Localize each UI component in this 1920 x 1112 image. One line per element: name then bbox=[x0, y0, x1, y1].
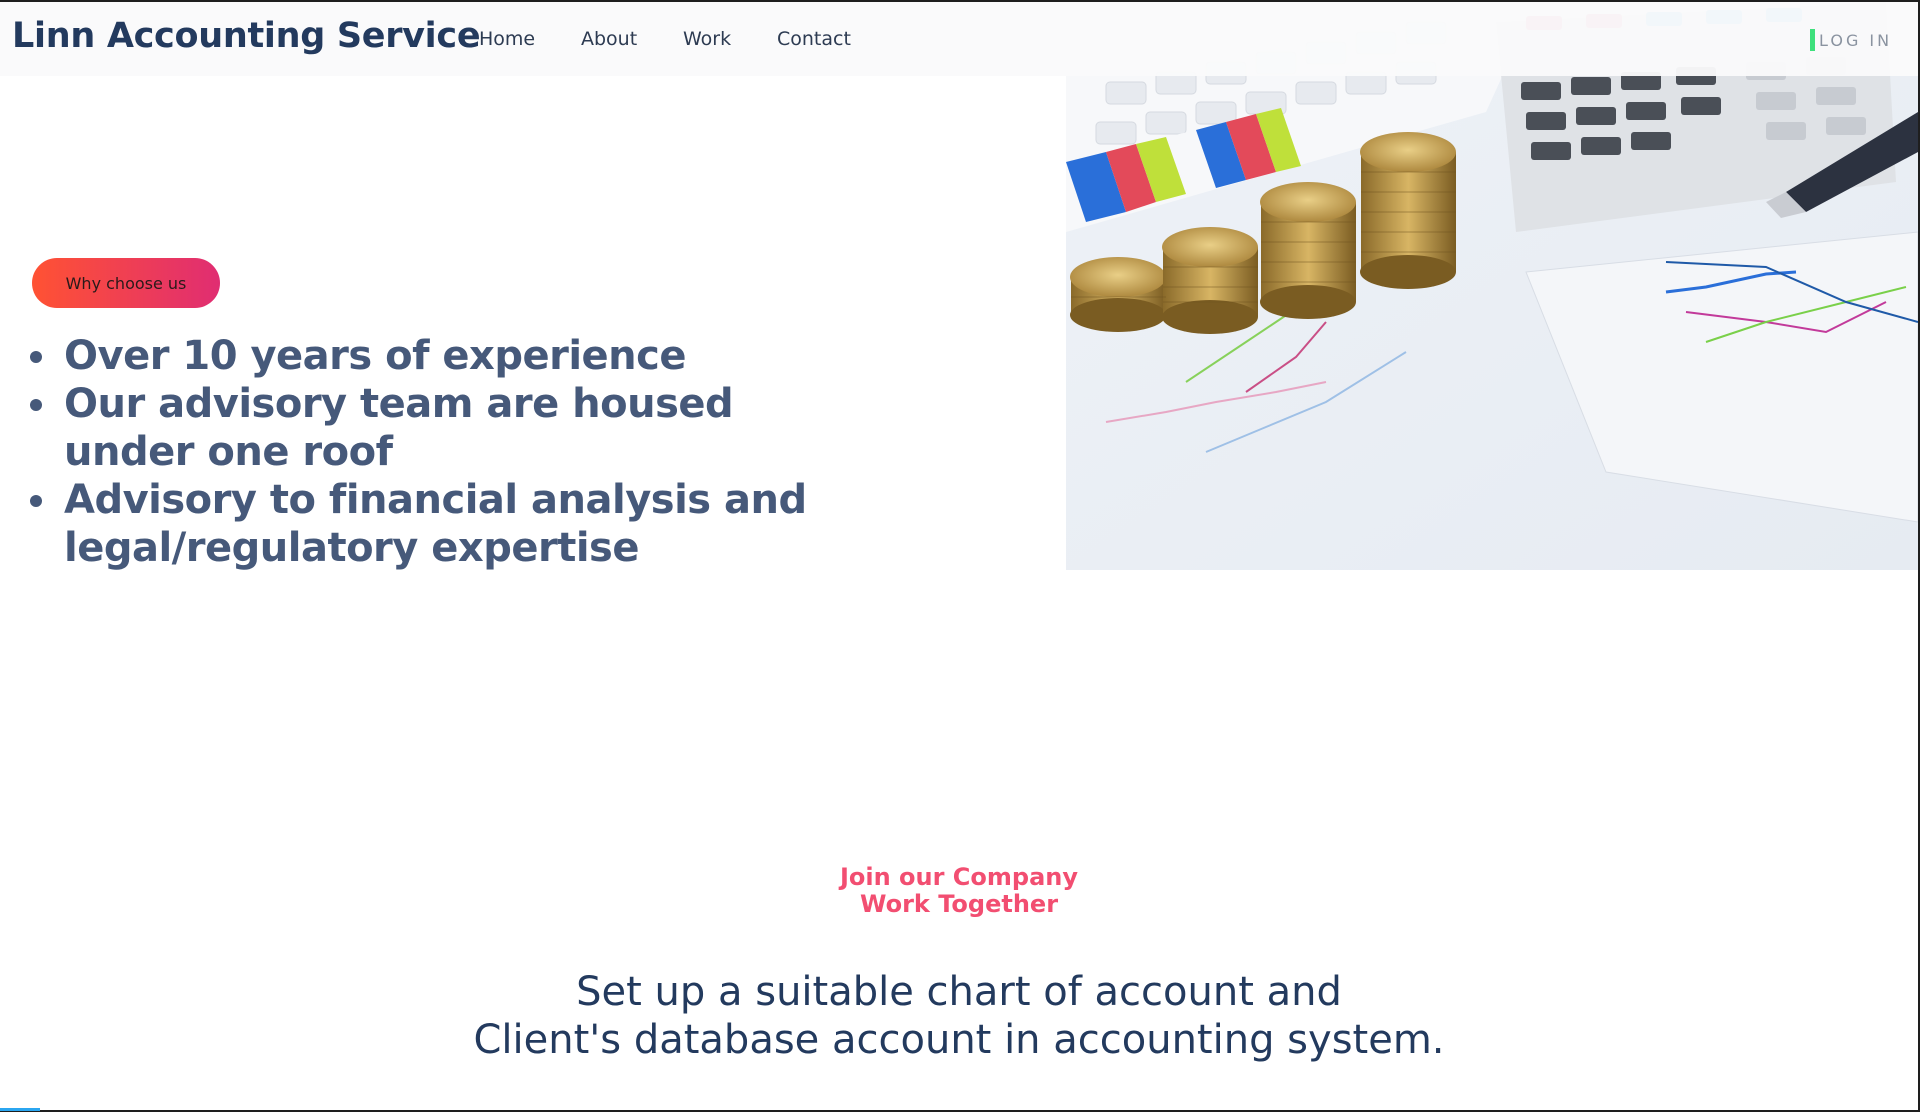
feature-item: Advisory to financial analysis and legal… bbox=[28, 476, 828, 572]
nav-about[interactable]: About bbox=[581, 28, 637, 50]
nav-home[interactable]: Home bbox=[479, 28, 535, 50]
feature-text: Over 10 years of experience bbox=[64, 333, 687, 379]
feature-text: Advisory to financial analysis and bbox=[64, 477, 807, 523]
login-button[interactable]: LOG IN bbox=[1810, 28, 1892, 52]
site-header: Linn Accounting Service Home About Work … bbox=[0, 2, 1918, 76]
feature-item: Over 10 years of experience bbox=[28, 332, 828, 380]
browser-frame: Linn Accounting Service Home About Work … bbox=[0, 0, 1920, 1112]
feature-text-cont: legal/regulatory expertise bbox=[64, 525, 639, 571]
tagline-line-1: Set up a suitable chart of account and bbox=[576, 969, 1342, 1015]
nav-work[interactable]: Work bbox=[683, 28, 731, 50]
hero-image-illustration bbox=[1066, 2, 1918, 570]
feature-item: Our advisory team are housed under one r… bbox=[28, 380, 828, 476]
feature-text: Our advisory team are housed bbox=[64, 381, 734, 427]
join-heading: Join our Company Work Together bbox=[0, 864, 1918, 918]
nav-contact[interactable]: Contact bbox=[777, 28, 851, 50]
brand-logo[interactable]: Linn Accounting Service bbox=[12, 16, 481, 56]
hero-image bbox=[1066, 2, 1918, 570]
login-accent-bar bbox=[1810, 29, 1815, 51]
service-tagline: Set up a suitable chart of account and C… bbox=[0, 968, 1918, 1064]
scroll-progress-bar bbox=[0, 1108, 40, 1111]
bullet-icon bbox=[30, 495, 42, 507]
bullet-icon bbox=[30, 399, 42, 411]
join-line-1: Join our Company bbox=[839, 863, 1079, 891]
join-line-2: Work Together bbox=[859, 890, 1059, 918]
why-choose-us-button[interactable]: Why choose us bbox=[32, 258, 220, 308]
tagline-line-2: Client's database account in accounting … bbox=[473, 1017, 1445, 1063]
login-label: LOG IN bbox=[1819, 30, 1893, 50]
features-list: Over 10 years of experience Our advisory… bbox=[28, 332, 828, 572]
feature-text-cont: under one roof bbox=[64, 429, 393, 475]
page: Linn Accounting Service Home About Work … bbox=[0, 2, 1918, 1110]
bullet-icon bbox=[30, 351, 42, 363]
